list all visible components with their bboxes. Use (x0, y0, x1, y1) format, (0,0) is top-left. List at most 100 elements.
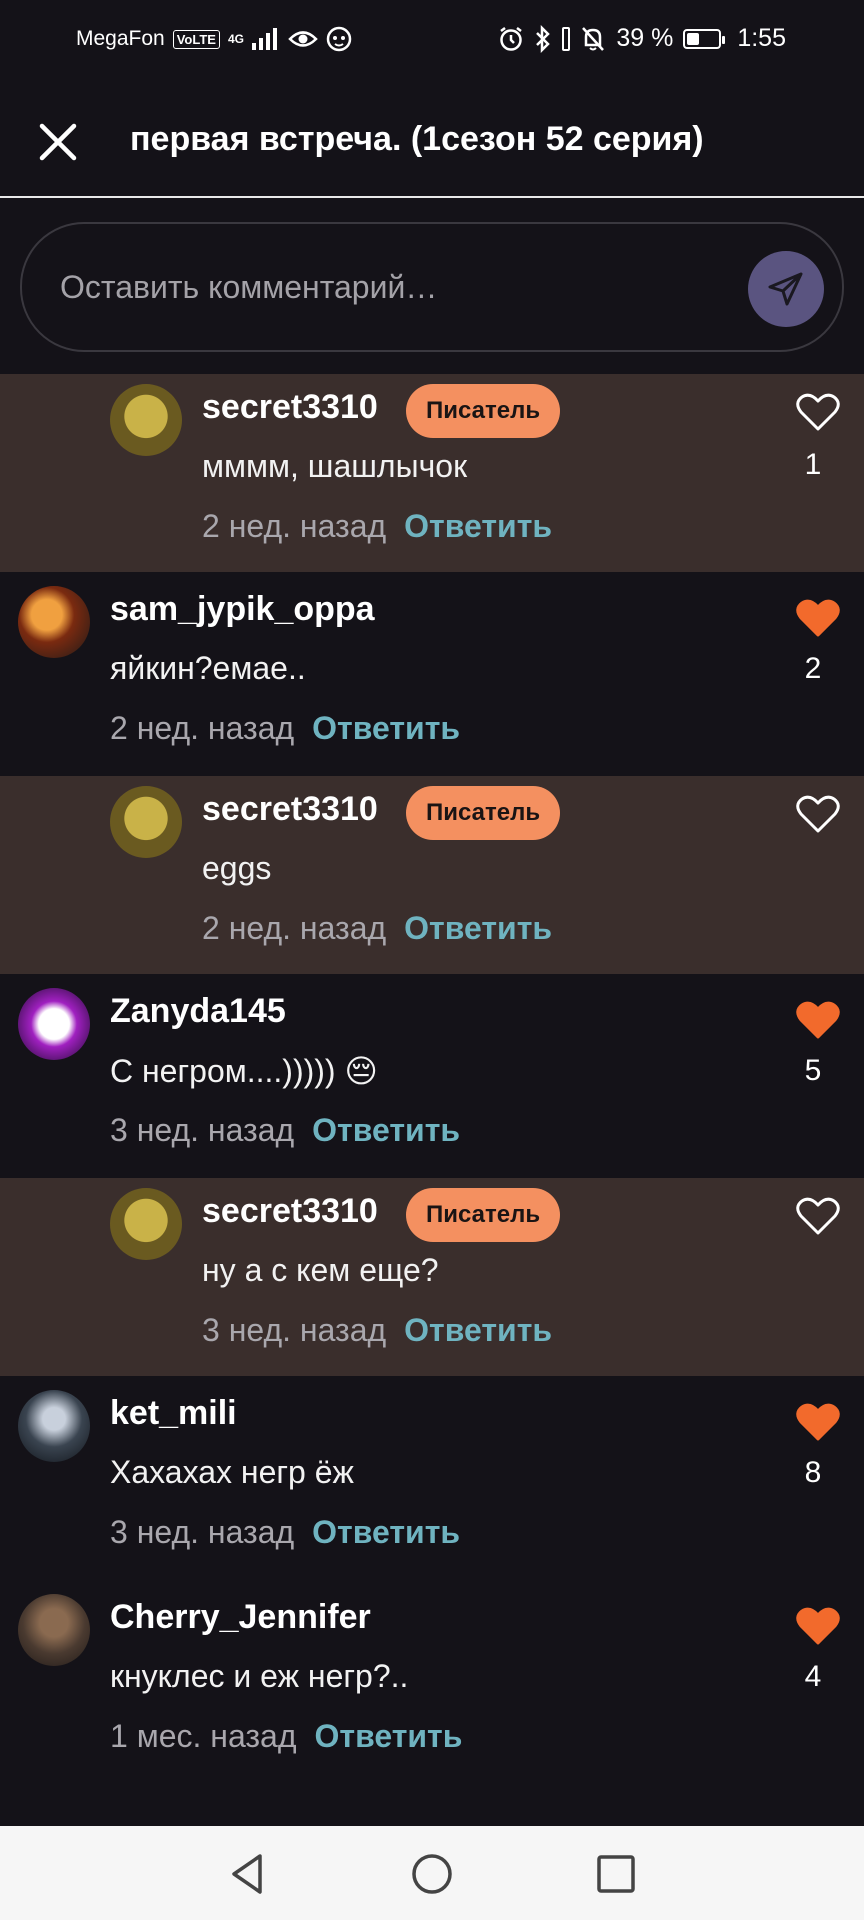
signal-icon (251, 28, 277, 50)
writer-badge: Писатель (406, 786, 561, 840)
username[interactable]: Cherry_Jennifer (110, 1598, 371, 1637)
like-count: 8 (804, 1456, 822, 1489)
battery-fill (687, 32, 700, 45)
close-icon (39, 123, 77, 161)
comment-item: sam_jypik_oppa яйкин?емае.. 2 нед. назад От… (0, 572, 864, 776)
comment-meta: 3 нед. назад Ответить (110, 1514, 460, 1551)
like-button[interactable] (796, 1606, 840, 1646)
reply-button[interactable]: Ответить (404, 1312, 552, 1348)
reply-comment: secret3310 Писатель eggs 2 нед. назад Ответи… (0, 776, 864, 974)
send-icon (768, 272, 803, 306)
comment-text: кнуклес и еж негр?.. (110, 1658, 409, 1694)
vibrate-battery-small-icon (562, 26, 571, 51)
comment-time: 1 мес. назад (110, 1718, 297, 1754)
username[interactable]: secret3310 (202, 1192, 378, 1231)
comment-input[interactable] (58, 256, 742, 318)
username[interactable]: secret3310 (202, 388, 378, 427)
system-nav-bar (0, 1826, 864, 1920)
header: первая встреча. (1сезон 52 серия) (0, 84, 864, 198)
back-triangle-icon (232, 1854, 262, 1894)
avatar[interactable] (18, 988, 90, 1060)
comment-time: 2 нед. назад (110, 710, 295, 746)
page-title: первая встреча. (1сезон 52 серия) (130, 120, 704, 158)
reply-comment: secret3310 Писатель ну а с кем еще? 3 нед. … (0, 1178, 864, 1376)
comment-item: Zanyda145 С негром....))))) 😔 3 нед. назад… (0, 974, 864, 1178)
avatar[interactable] (110, 384, 182, 456)
send-button[interactable] (748, 251, 824, 327)
comment-meta: 3 нед. назад Ответить (110, 1112, 460, 1149)
username[interactable]: ket_mili (110, 1394, 237, 1433)
reply-button[interactable]: Ответить (312, 1514, 460, 1550)
reply-button[interactable]: Ответить (315, 1718, 463, 1754)
eye-icon (288, 31, 318, 47)
heart-icon (796, 1607, 840, 1645)
recents-square-icon (597, 1855, 635, 1893)
reply-comment: secret3310 Писатель мммм, шашлычок 2 нед. н… (0, 374, 864, 572)
like-button[interactable] (796, 1196, 840, 1236)
writer-badge: Писатель (406, 1188, 561, 1242)
nav-recents-button[interactable] (590, 1848, 642, 1900)
comment-meta: 3 нед. назад Ответить (202, 1312, 552, 1349)
avatar[interactable] (110, 1188, 182, 1260)
like-button[interactable] (796, 1000, 840, 1040)
comment-item: ket_mili Хахахах негр ёж 3 нед. назад Ответ… (0, 1376, 864, 1580)
comment-time: 2 нед. назад (202, 508, 387, 544)
heart-icon (796, 599, 840, 637)
battery-percent: 39 % (616, 24, 674, 52)
comment-time: 2 нед. назад (202, 910, 387, 946)
alarm-icon (500, 26, 523, 51)
reply-button[interactable]: Ответить (404, 910, 552, 946)
heart-icon (796, 393, 840, 431)
username[interactable]: Zanyda145 (110, 992, 286, 1031)
writer-badge: Писатель (406, 384, 561, 438)
network-type: 4G (227, 32, 244, 46)
like-count: 2 (804, 652, 822, 685)
reply-button[interactable]: Ответить (404, 508, 552, 544)
reply-button[interactable]: Ответить (312, 1112, 460, 1148)
heart-icon (796, 1197, 840, 1235)
comment-item: Cherry_Jennifer кнуклес и еж негр?.. 1 мес… (0, 1580, 864, 1770)
nav-home-button[interactable] (406, 1848, 458, 1900)
comment-text: С негром....))))) 😔 (110, 1053, 378, 1089)
home-circle-icon (412, 1854, 452, 1894)
comment-text: яйкин?емае.. (110, 650, 306, 686)
comment-meta: 2 нед. назад Ответить (202, 508, 552, 545)
like-button[interactable] (796, 392, 840, 432)
comment-text: eggs (202, 850, 272, 886)
comment-text: ну а с кем еще? (202, 1252, 439, 1288)
like-count: 5 (804, 1054, 822, 1087)
carrier-name: MegaFon (76, 27, 165, 50)
username[interactable]: sam_jypik_oppa (110, 590, 375, 629)
like-count: 4 (804, 1660, 822, 1693)
like-button[interactable] (796, 794, 840, 834)
comment-meta: 2 нед. назад Ответить (202, 910, 552, 947)
volte-indicator: VoLTE (172, 29, 220, 49)
mute-bell-icon (582, 26, 605, 51)
heart-icon (796, 1001, 840, 1039)
clock: 1:55 (737, 24, 786, 52)
heart-icon (796, 1403, 840, 1441)
comment-list: secret3310 Писатель мммм, шашлычок 2 нед. н… (0, 374, 864, 1770)
reply-button[interactable]: Ответить (312, 710, 460, 746)
username[interactable]: secret3310 (202, 790, 378, 829)
comment-text: мммм, шашлычок (202, 448, 468, 484)
comment-text: Хахахах негр ёж (110, 1454, 354, 1490)
nav-back-button[interactable] (222, 1848, 274, 1900)
like-button[interactable] (796, 598, 840, 638)
status-left: MegaFon VoLTE 4G (76, 26, 352, 52)
avatar[interactable] (18, 1594, 90, 1666)
avatar[interactable] (110, 786, 182, 858)
close-button[interactable] (36, 120, 80, 164)
comment-time: 3 нед. назад (110, 1514, 295, 1550)
app-notification-icon (326, 26, 352, 52)
avatar[interactable] (18, 1390, 90, 1462)
comment-meta: 2 нед. назад Ответить (110, 710, 460, 747)
comment-time: 3 нед. назад (110, 1112, 295, 1148)
like-count: 1 (804, 448, 822, 481)
battery-icon (683, 28, 726, 49)
status-right: 39 % 1:55 (498, 24, 786, 53)
status-bar: MegaFon VoLTE 4G 39 % 1:55 (0, 0, 864, 84)
like-button[interactable] (796, 1402, 840, 1442)
avatar[interactable] (18, 586, 90, 658)
comment-time: 3 нед. назад (202, 1312, 387, 1348)
